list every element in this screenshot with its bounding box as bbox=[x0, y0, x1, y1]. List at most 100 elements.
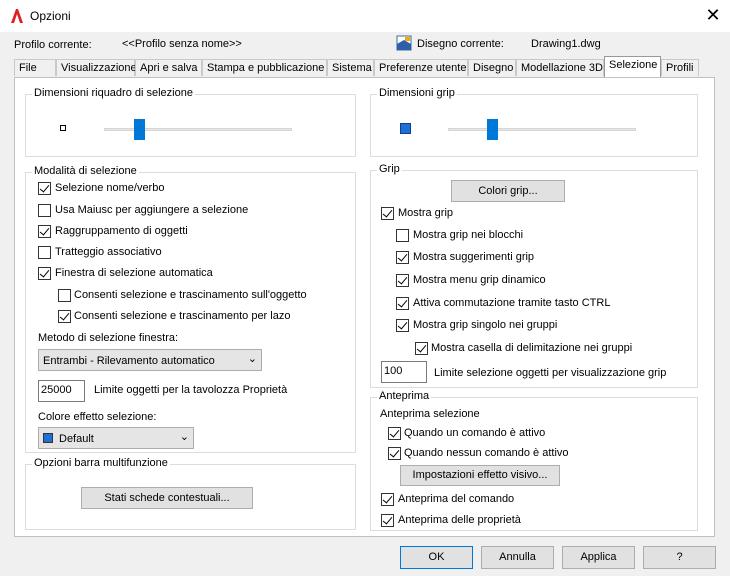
pickbox-size-group: Dimensioni riquadro di selezione bbox=[25, 87, 356, 157]
command-preview-checkbox[interactable] bbox=[381, 493, 394, 506]
ribbon-options-title: Opzioni barra multifunzione bbox=[32, 457, 170, 469]
bounding-box-groups-checkbox[interactable] bbox=[415, 342, 428, 355]
current-drawing-label: Disegno corrente: bbox=[417, 38, 504, 50]
bounding-box-groups-label: Mostra casella di delimitazione nei grup… bbox=[431, 342, 633, 354]
effect-color-dropdown[interactable]: Default ⌄ bbox=[38, 427, 194, 449]
window-title: Opzioni bbox=[30, 9, 71, 23]
tab-sistema[interactable]: Sistema bbox=[327, 59, 374, 76]
preview-title: Anteprima bbox=[377, 390, 432, 402]
grips-in-blocks-label: Mostra grip nei blocchi bbox=[413, 229, 524, 241]
command-preview-label: Anteprima del comando bbox=[398, 493, 515, 505]
shift-add-label: Usa Maiusc per aggiungere a selezione bbox=[55, 204, 249, 216]
pickbox-preview bbox=[60, 125, 66, 131]
selection-preview-subtitle: Anteprima selezione bbox=[380, 408, 480, 420]
show-grips-checkbox[interactable] bbox=[381, 207, 394, 220]
drawing-icon bbox=[396, 35, 412, 51]
shift-add-checkbox[interactable] bbox=[38, 204, 51, 217]
property-limit-input[interactable]: 25000 bbox=[38, 380, 85, 402]
press-drag-object-checkbox[interactable] bbox=[58, 289, 71, 302]
window-method-dropdown[interactable]: Entrambi - Rilevamento automatico ⌄ bbox=[38, 349, 262, 371]
ok-label: OK bbox=[428, 551, 445, 563]
help-label: ? bbox=[676, 551, 683, 563]
pickbox-size-title: Dimensioni riquadro di selezione bbox=[32, 87, 195, 99]
grip-size-title: Dimensioni grip bbox=[377, 87, 457, 99]
noun-verb-selection-checkbox[interactable] bbox=[38, 182, 51, 195]
dynamic-grip-menu-checkbox[interactable] bbox=[396, 274, 409, 287]
associative-hatch-checkbox[interactable] bbox=[38, 246, 51, 259]
chevron-down-icon: ⌄ bbox=[179, 431, 189, 443]
pickbox-slider-track[interactable] bbox=[104, 128, 292, 131]
preview-command-active-label: Quando un comando è attivo bbox=[404, 427, 546, 439]
ribbon-options-group: Opzioni barra multifunzione Stati schede… bbox=[25, 457, 356, 530]
tab-disegno[interactable]: Disegno bbox=[468, 59, 516, 76]
grip-slider-thumb[interactable] bbox=[486, 119, 498, 140]
tab-modellazione-3d[interactable]: Modellazione 3D bbox=[516, 59, 604, 76]
single-grip-groups-label: Mostra grip singolo nei gruppi bbox=[413, 319, 558, 331]
property-limit-label: Limite oggetti per la tavolozza Propriet… bbox=[94, 384, 288, 396]
current-profile-label: Profilo corrente: bbox=[14, 39, 92, 51]
property-limit-value: 25000 bbox=[41, 384, 72, 396]
tab-profili[interactable]: Profili bbox=[661, 59, 699, 76]
help-button[interactable]: ? bbox=[643, 546, 716, 569]
selection-modes-group: Modalità di selezione Selezione nome/ver… bbox=[25, 165, 356, 453]
tab-visualizzazione[interactable]: Visualizzazione bbox=[56, 59, 137, 76]
apply-button[interactable]: Applica bbox=[562, 546, 635, 569]
visual-effect-settings-label: Impostazioni effetto visivo... bbox=[412, 469, 548, 481]
object-grouping-label: Raggruppamento di oggetti bbox=[55, 225, 188, 237]
grip-tips-label: Mostra suggerimenti grip bbox=[413, 251, 535, 263]
selection-tab-panel: Dimensioni riquadro di selezione Modalit… bbox=[14, 77, 715, 537]
grip-tips-checkbox[interactable] bbox=[396, 251, 409, 264]
grips-title: Grip bbox=[377, 163, 402, 175]
cancel-button[interactable]: Annulla bbox=[481, 546, 554, 569]
apply-label: Applica bbox=[580, 551, 617, 563]
show-grips-label: Mostra grip bbox=[398, 207, 454, 219]
title-bar: Opzioni ✕ bbox=[0, 0, 730, 32]
visual-effect-settings-button[interactable]: Impostazioni effetto visivo... bbox=[400, 465, 560, 486]
ctrl-cycling-label: Attiva commutazione tramite tasto CTRL bbox=[413, 297, 611, 309]
close-button[interactable]: ✕ bbox=[699, 4, 727, 28]
press-drag-lasso-label: Consenti selezione e trascinamento per l… bbox=[74, 310, 291, 322]
selection-modes-title: Modalità di selezione bbox=[32, 165, 139, 177]
tab-apri-e-salva[interactable]: Apri e salva bbox=[135, 59, 202, 76]
tab-file[interactable]: File bbox=[14, 59, 56, 76]
object-grouping-checkbox[interactable] bbox=[38, 225, 51, 238]
noun-verb-selection-label: Selezione nome/verbo bbox=[55, 182, 165, 194]
single-grip-groups-checkbox[interactable] bbox=[396, 319, 409, 332]
tab-stampa-e-pubblicazione[interactable]: Stampa e pubblicazione bbox=[202, 59, 327, 76]
close-icon: ✕ bbox=[705, 5, 721, 25]
implied-windowing-label: Finestra di selezione automatica bbox=[55, 267, 213, 279]
associative-hatch-label: Tratteggio associativo bbox=[55, 246, 162, 258]
tab-preferenze-utente[interactable]: Preferenze utente bbox=[374, 59, 468, 76]
contextual-tab-states-label: Stati schede contestuali... bbox=[104, 492, 230, 504]
grip-colors-label: Colori grip... bbox=[478, 185, 538, 197]
current-profile-value: <<Profilo senza nome>> bbox=[122, 38, 242, 50]
press-drag-lasso-checkbox[interactable] bbox=[58, 310, 71, 323]
grips-in-blocks-checkbox[interactable] bbox=[396, 229, 409, 242]
window-method-value: Entrambi - Rilevamento automatico bbox=[43, 355, 215, 367]
press-drag-object-label: Consenti selezione e trascinamento sull'… bbox=[74, 289, 307, 301]
ctrl-cycling-checkbox[interactable] bbox=[396, 297, 409, 310]
grip-colors-button[interactable]: Colori grip... bbox=[451, 180, 565, 202]
color-swatch bbox=[43, 433, 53, 443]
cancel-label: Annulla bbox=[499, 551, 536, 563]
grip-slider-track[interactable] bbox=[448, 128, 636, 131]
window-method-label: Metodo di selezione finestra: bbox=[38, 332, 179, 344]
property-preview-label: Anteprima delle proprietà bbox=[398, 514, 521, 526]
tab-selezione[interactable]: Selezione bbox=[604, 56, 661, 77]
property-preview-checkbox[interactable] bbox=[381, 514, 394, 527]
grip-preview bbox=[400, 123, 411, 134]
preview-command-active-checkbox[interactable] bbox=[388, 427, 401, 440]
chevron-down-icon: ⌄ bbox=[247, 353, 257, 365]
pickbox-slider-thumb[interactable] bbox=[134, 119, 146, 140]
effect-color-label: Colore effetto selezione: bbox=[38, 411, 157, 423]
autocad-logo-icon bbox=[11, 9, 23, 23]
implied-windowing-checkbox[interactable] bbox=[38, 267, 51, 280]
grips-group: Grip Colori grip... Mostra grip Mostra g… bbox=[370, 163, 698, 388]
grip-limit-value: 100 bbox=[384, 365, 403, 377]
contextual-tab-states-button[interactable]: Stati schede contestuali... bbox=[81, 487, 253, 509]
preview-no-command-checkbox[interactable] bbox=[388, 447, 401, 460]
grip-size-group: Dimensioni grip bbox=[370, 87, 698, 157]
ok-button[interactable]: OK bbox=[400, 546, 473, 569]
grip-limit-input[interactable]: 100 bbox=[381, 361, 427, 383]
preview-group: Anteprima Anteprima selezione Quando un … bbox=[370, 390, 698, 531]
